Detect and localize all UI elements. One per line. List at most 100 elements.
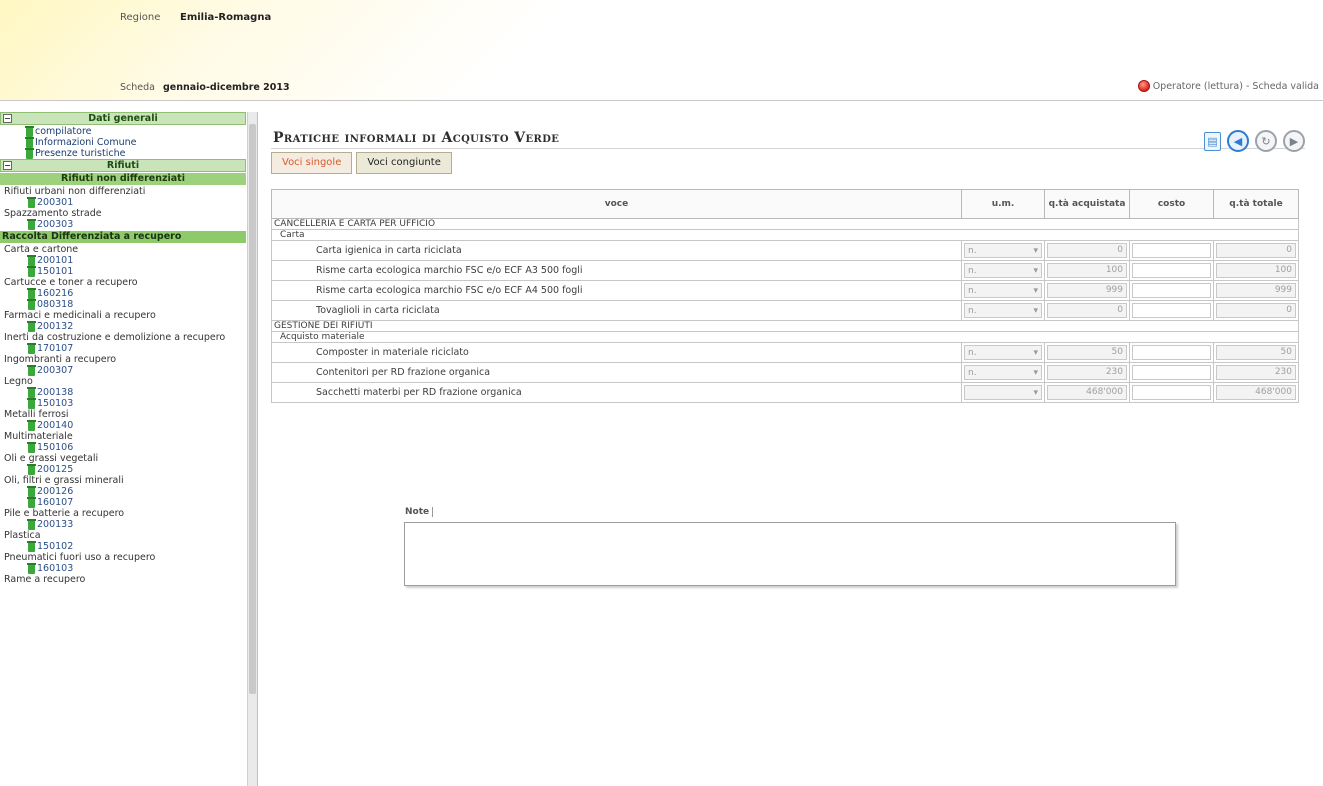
code-link[interactable]: 160103 — [0, 562, 246, 574]
code-link[interactable]: 200132 — [0, 320, 246, 332]
qta-input[interactable]: 468'000 — [1047, 385, 1127, 400]
code-link[interactable]: 150106 — [0, 441, 246, 453]
um-select[interactable]: n. ▾ — [964, 283, 1042, 298]
sidebar-item-groups_a1[interactable]: Spazzamento strade — [0, 208, 246, 219]
table-row: Carta igienica in carta riciclata n. ▾ 0 0 — [271, 240, 1299, 261]
sidebar-item-label: Rifiuti urbani non differenziati — [4, 186, 146, 197]
sidebar-item-presenze-turistiche[interactable]: Presenze turistiche — [0, 147, 246, 159]
sidebar-item-groups_b13[interactable]: Rame a recupero — [0, 574, 246, 585]
code-link[interactable]: 150101 — [0, 265, 246, 277]
code-link[interactable]: 200140 — [0, 419, 246, 431]
code-link[interactable]: 170107 — [0, 342, 246, 354]
code-label: 200132 — [37, 321, 74, 332]
title-divider — [271, 148, 1305, 149]
bin-icon — [27, 562, 36, 574]
costo-input[interactable] — [1132, 243, 1211, 258]
sidebar-item-groups_b10[interactable]: Pile e batterie a recupero — [0, 508, 246, 519]
sidebar-item-groups_b7[interactable]: Multimateriale — [0, 431, 246, 442]
scrollbar-thumb[interactable] — [249, 124, 256, 694]
sidebar-item-groups_b6[interactable]: Metalli ferrosi — [0, 409, 246, 420]
subsection-raccolta-differenziata: Raccolta Differenziata a recupero — [0, 231, 246, 243]
totale-field: 468'000 — [1216, 385, 1296, 400]
code-link[interactable]: 200125 — [0, 463, 246, 475]
um-select[interactable]: n. ▾ — [964, 303, 1042, 318]
sidebar-item-groups_b11[interactable]: Plastica — [0, 530, 246, 541]
table-row: Risme carta ecologica marchio FSC e/o EC… — [271, 280, 1299, 301]
sidebar-item-groups_b0[interactable]: Carta e cartone — [0, 244, 246, 255]
sidebar-item-compilatore[interactable]: compilatore — [0, 125, 246, 137]
um-select[interactable]: ▾ — [964, 385, 1042, 400]
section-rifiuti-label: Rifiuti — [106, 160, 140, 171]
code-link[interactable]: 200301 — [0, 196, 246, 208]
cell-qta: 230 — [1044, 362, 1130, 383]
sidebar-item-label: Inerti da costruzione e demolizione a re… — [4, 332, 226, 343]
tab-voci-singole[interactable]: Voci singole — [271, 152, 353, 174]
costo-input[interactable] — [1132, 263, 1211, 278]
sidebar-item-informazioni-comune[interactable]: Informazioni Comune — [0, 136, 246, 148]
code-link[interactable]: 200138 — [0, 386, 246, 398]
code-link[interactable]: 200303 — [0, 218, 246, 230]
um-select[interactable]: n. ▾ — [964, 243, 1042, 258]
cell-um: n. ▾ — [961, 300, 1045, 321]
region-label: Regione — [120, 12, 161, 23]
code-link[interactable]: 200307 — [0, 364, 246, 376]
note-textarea[interactable] — [404, 522, 1176, 586]
page-title: Pratiche informali di Acquisto Verde — [273, 130, 560, 146]
section-dati-generali[interactable]: − Dati generali — [0, 112, 246, 125]
um-value: n. — [968, 347, 977, 358]
back-icon[interactable]: ◀ — [1227, 130, 1249, 152]
collapse-icon[interactable]: − — [3, 161, 12, 170]
qta-input[interactable]: 50 — [1047, 345, 1127, 360]
cell-totale: 0 — [1213, 240, 1299, 261]
code-link[interactable]: 200126 — [0, 485, 246, 497]
cell-qta: 50 — [1044, 342, 1130, 363]
code-link[interactable]: 160216 — [0, 287, 246, 299]
table-row: Composter in materiale riciclato n. ▾ 50 50 — [271, 342, 1299, 363]
costo-input[interactable] — [1132, 365, 1211, 380]
tab-voci-congiunte[interactable]: Voci congiunte — [356, 152, 452, 174]
sidebar-item-groups_a0[interactable]: Rifiuti urbani non differenziati — [0, 186, 246, 197]
sidebar-item-groups_b1[interactable]: Cartucce e toner a recupero — [0, 277, 246, 288]
um-select[interactable]: n. ▾ — [964, 345, 1042, 360]
cell-um: ▾ — [961, 382, 1045, 403]
um-value: n. — [968, 245, 977, 256]
um-select[interactable]: n. ▾ — [964, 263, 1042, 278]
costo-input[interactable] — [1132, 345, 1211, 360]
um-select[interactable]: n. ▾ — [964, 365, 1042, 380]
costo-input[interactable] — [1132, 303, 1211, 318]
sidebar-item-groups_b3[interactable]: Inerti da costruzione e demolizione a re… — [0, 332, 246, 343]
code-link[interactable]: 080318 — [0, 298, 246, 310]
collapse-icon[interactable]: − — [3, 114, 12, 123]
sidebar-item-groups_b4[interactable]: Ingombranti a recupero — [0, 354, 246, 365]
qta-input[interactable]: 999 — [1047, 283, 1127, 298]
sidebar-item-groups_b8[interactable]: Oli e grassi vegetali — [0, 453, 246, 464]
book-icon[interactable]: ▤ — [1204, 131, 1221, 151]
bin-icon — [27, 364, 36, 376]
note-label: Note — [405, 507, 434, 517]
chevron-down-icon: ▾ — [1033, 367, 1038, 378]
code-link[interactable]: 200133 — [0, 518, 246, 530]
code-link[interactable]: 150102 — [0, 540, 246, 552]
cell-costo — [1129, 362, 1214, 383]
qta-input[interactable]: 100 — [1047, 263, 1127, 278]
qta-input[interactable]: 0 — [1047, 303, 1127, 318]
forward-icon[interactable]: ▶ — [1283, 130, 1305, 152]
sidebar-item-groups_b12[interactable]: Pneumatici fuori uso a recupero — [0, 552, 246, 563]
qta-input[interactable]: 230 — [1047, 365, 1127, 380]
um-value: n. — [968, 367, 977, 378]
sidebar-item-groups_b5[interactable]: Legno — [0, 376, 246, 387]
costo-input[interactable] — [1132, 385, 1211, 400]
sidebar-scrollbar[interactable] — [247, 112, 257, 786]
qta-input[interactable]: 0 — [1047, 243, 1127, 258]
costo-input[interactable] — [1132, 283, 1211, 298]
sidebar-item-label: Pile e batterie a recupero — [4, 508, 125, 519]
sidebar-item-groups_b2[interactable]: Farmaci e medicinali a recupero — [0, 310, 246, 321]
section-rifiuti[interactable]: − Rifiuti — [0, 159, 246, 172]
code-link[interactable]: 150103 — [0, 397, 246, 409]
main-panel: Pratiche informali di Acquisto Verde Voc… — [259, 112, 1323, 786]
reload-icon[interactable]: ↻ — [1255, 130, 1277, 152]
code-link[interactable]: 200101 — [0, 254, 246, 266]
cell-qta: 468'000 — [1044, 382, 1130, 403]
sidebar-item-groups_b9[interactable]: Oli, filtri e grassi minerali — [0, 475, 246, 486]
code-link[interactable]: 160107 — [0, 496, 246, 508]
